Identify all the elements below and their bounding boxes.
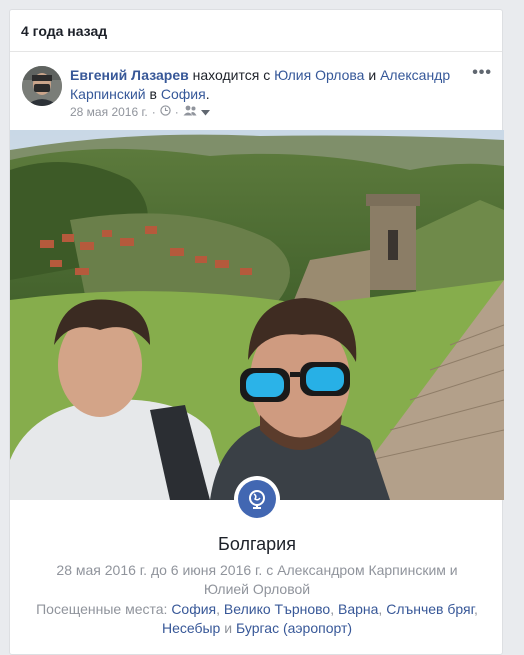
place-link-burgas-airport[interactable]: Бургас (аэропорт) — [236, 620, 352, 636]
place-sep: , — [474, 601, 478, 617]
place-link-sunny-beach[interactable]: Слънчев бряг — [386, 601, 474, 617]
and-text: и — [364, 67, 381, 83]
post-title: Евгений Лазарев находится с Юлия Орлова … — [70, 66, 470, 104]
place-link-sofia[interactable]: София — [171, 601, 216, 617]
memory-title: 4 года назад — [21, 22, 108, 39]
memory-card: 4 года назад Евгений Лазарев находится с… — [9, 9, 504, 655]
place-sep: , — [216, 601, 224, 617]
place-sep: , — [330, 601, 338, 617]
globe-icon — [238, 480, 276, 518]
meta-separator-2: · — [174, 105, 179, 119]
trip-photo[interactable] — [10, 130, 504, 500]
trip-dates-line-2: Юлией Орловой — [203, 581, 311, 597]
caret-down-icon[interactable] — [200, 105, 210, 119]
card-header: 4 года назад — [10, 10, 502, 52]
at-text: находится с — [188, 67, 275, 83]
trip-dates: 28 мая 2016 г. до 6 июня 2016 г. с Алекс… — [40, 561, 474, 599]
meta-separator: · — [151, 105, 156, 119]
place-sep-and: и — [220, 620, 236, 636]
post-header: Евгений Лазарев находится с Юлия Орлова … — [10, 52, 502, 132]
clock-icon — [160, 105, 171, 119]
place-link-nessebar[interactable]: Несебыр — [162, 620, 220, 636]
post-date[interactable]: 28 мая 2016 г. — [70, 105, 148, 119]
place-link-veliko-tarnovo[interactable]: Велико Търново — [224, 601, 330, 617]
in-text: в — [145, 86, 161, 102]
trip-title[interactable]: Болгария — [10, 534, 504, 555]
author-link[interactable]: Евгений Лазарев — [70, 67, 189, 83]
place-link-varna[interactable]: Варна — [338, 601, 378, 617]
friend-link-1[interactable]: Юлия Орлова — [274, 67, 364, 83]
more-options-button[interactable]: ••• — [472, 64, 492, 82]
post-meta: 28 мая 2016 г. · · — [70, 105, 210, 119]
trip-dates-line-1: 28 мая 2016 г. до 6 июня 2016 г. с Алекс… — [56, 562, 458, 578]
visited-places: Посещенные места: София, Велико Търново,… — [24, 600, 490, 638]
city-link[interactable]: София — [161, 86, 206, 102]
travel-badge — [234, 476, 280, 522]
title-end: . — [205, 86, 210, 102]
visited-label: Посещенные места: — [36, 601, 172, 617]
avatar[interactable] — [22, 66, 62, 106]
friends-audience-icon[interactable] — [183, 105, 197, 119]
